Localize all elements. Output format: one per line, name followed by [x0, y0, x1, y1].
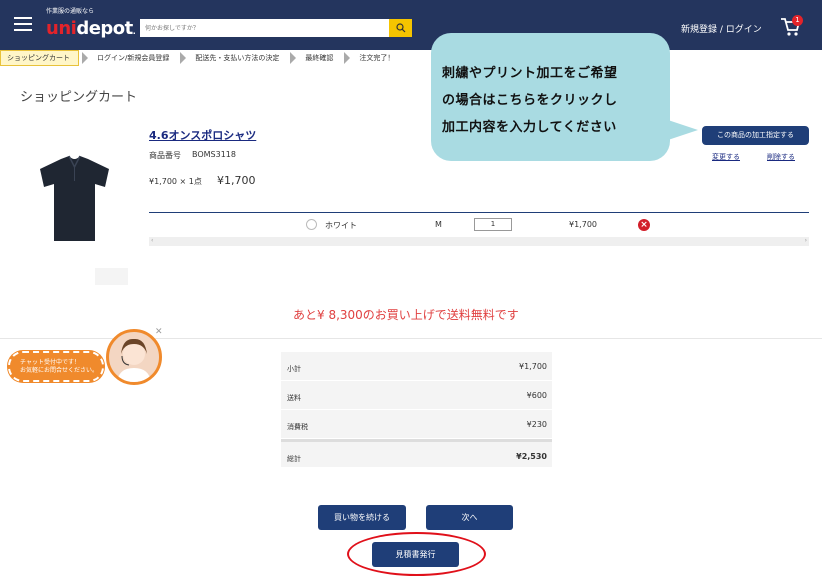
line-price: ¥1,700 — [569, 220, 597, 229]
step-login: ログイン/新規会員登録 — [97, 54, 170, 62]
scroll-left-arrow-icon[interactable]: ‹ — [151, 237, 153, 244]
order-summary: 小計 ¥1,700 送料 ¥600 消費税 ¥230 総計 ¥2,530 — [281, 352, 552, 468]
change-link[interactable]: 変更する — [712, 152, 740, 162]
callout-line-1: 刺繍やプリント加工をご希望 — [442, 66, 618, 81]
tax-value: ¥230 — [526, 420, 547, 429]
product-code-label: 商品番号 — [149, 151, 181, 160]
remove-item-icon[interactable]: × — [638, 219, 650, 231]
chevron-right-icon — [344, 52, 351, 64]
page-title: ショッピングカート — [20, 90, 138, 105]
search-icon — [395, 23, 405, 33]
color-radio[interactable] — [306, 219, 317, 230]
subtotal-value: ¥1,700 — [519, 362, 547, 371]
header-tagline: 作業服の通販なら — [46, 8, 95, 15]
step-complete: 注文完了！ — [359, 54, 395, 62]
total-value: ¥2,530 — [516, 452, 547, 461]
step-cart: ショッピングカート — [0, 50, 79, 66]
customize-product-button[interactable]: この商品の加工指定する — [702, 126, 809, 145]
site-logo[interactable]: unidepot. — [46, 18, 136, 39]
quantity-input[interactable]: 1 — [474, 218, 512, 231]
search-input[interactable] — [140, 19, 389, 37]
variant-size: M — [435, 220, 442, 229]
thumbnail-placeholder — [95, 268, 128, 285]
unit-price-quantity: ¥1,700 × 1点 — [149, 177, 202, 186]
total-label: 総計 — [287, 455, 301, 463]
summary-row-shipping: 送料 ¥600 — [281, 381, 552, 410]
summary-row-tax: 消費税 ¥230 — [281, 410, 552, 439]
hamburger-menu-icon[interactable] — [14, 17, 32, 31]
horizontal-scrollbar[interactable]: ‹ › — [149, 237, 809, 246]
login-register-link[interactable]: 新規登録 / ログイン — [681, 22, 762, 35]
chat-line-2: お気軽にお問合せください。 — [20, 367, 99, 374]
callout-pointer — [668, 120, 698, 140]
callout-line-3: 加工内容を入力してください — [442, 120, 617, 135]
step-confirm: 最終確認 — [305, 54, 334, 62]
chat-line-1: チャット受付中です！ — [20, 359, 80, 366]
shipping-label: 送料 — [287, 394, 301, 402]
chat-close-icon[interactable]: ✕ — [155, 327, 163, 337]
chat-widget-bubble[interactable]: チャット受付中です！ お気軽にお問合せください。 — [8, 351, 104, 382]
variant-color: ホワイト — [325, 221, 357, 230]
cart-count-badge: 1 — [792, 15, 803, 26]
operator-icon — [117, 338, 151, 382]
chevron-right-icon — [290, 52, 297, 64]
shipping-value: ¥600 — [526, 391, 547, 400]
delete-link[interactable]: 削除する — [767, 152, 795, 162]
callout-line-2: の場合はこちらをクリックし — [442, 93, 618, 108]
product-image[interactable] — [33, 153, 116, 245]
search-button[interactable] — [389, 19, 412, 37]
continue-shopping-button[interactable]: 買い物を続ける — [318, 505, 406, 530]
subtotal-label: 小計 — [287, 365, 301, 373]
tax-label: 消費税 — [287, 423, 308, 431]
scroll-right-arrow-icon[interactable]: › — [805, 237, 807, 244]
product-code: BOMS3118 — [192, 150, 236, 159]
chat-operator-avatar[interactable] — [106, 329, 162, 385]
customize-callout: 刺繍やプリント加工をご希望 の場合はこちらをクリックし 加工内容を入力してくださ… — [431, 33, 670, 161]
product-price: ¥1,700 — [217, 174, 256, 187]
next-button[interactable]: 次へ — [426, 505, 513, 530]
cart-variant-row: ホワイト M 1 ¥1,700 × — [149, 212, 809, 236]
step-delivery: 配送先・支払い方法の決定 — [195, 54, 280, 62]
product-name-link[interactable]: 4.6オンスポロシャツ — [149, 127, 256, 143]
issue-estimate-button[interactable]: 見積書発行 — [372, 542, 459, 567]
checkout-steps-breadcrumb: ショッピングカート ログイン/新規会員登録 配送先・支払い方法の決定 最終確認 … — [0, 50, 822, 66]
chevron-right-icon — [180, 52, 187, 64]
free-shipping-message: あと¥ 8,300のお買い上げで送料無料です — [293, 308, 519, 322]
summary-row-total: 総計 ¥2,530 — [281, 439, 552, 468]
site-header: 作業服の通販なら unidepot. 新規登録 / ログイン 1 — [0, 0, 822, 50]
summary-row-subtotal: 小計 ¥1,700 — [281, 352, 552, 381]
chevron-right-icon — [82, 52, 88, 64]
